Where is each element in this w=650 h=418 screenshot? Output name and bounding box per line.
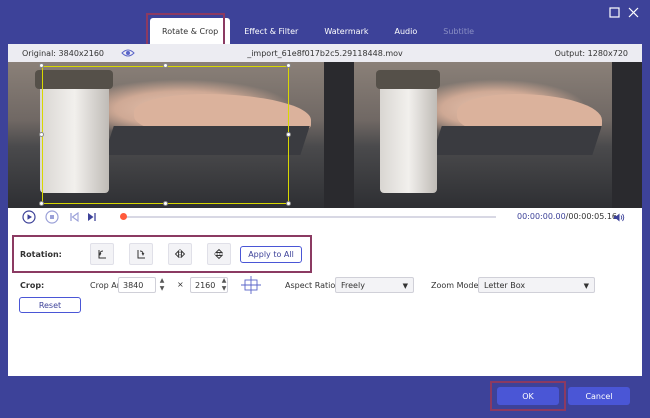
play-icon[interactable] [22,210,36,224]
info-bar: Original: 3840x2160 _import_61e8f017b2c5… [8,44,642,62]
crop-handle-l[interactable] [39,132,44,137]
crop-handle-tl[interactable] [39,63,44,68]
cancel-button[interactable]: Cancel [568,387,630,405]
zoom-mode-value: Letter Box [484,280,526,290]
rotate-left-button[interactable] [90,243,114,265]
aspect-ratio-select[interactable]: Freely ▼ [335,277,414,293]
previous-frame-icon[interactable] [67,210,81,224]
original-preview[interactable] [8,62,324,208]
center-crop-icon[interactable] [240,275,262,295]
left-border [0,44,8,376]
output-video-frame [354,62,612,208]
flip-horizontal-icon [174,249,186,259]
tab-bar: Rotate & Crop Effect & Filter Watermark … [150,16,488,44]
close-icon[interactable] [627,7,639,19]
tab-rotate-crop[interactable]: Rotate & Crop [150,18,231,44]
crop-handle-tr[interactable] [286,63,291,68]
crop-width-stepper[interactable]: ▲ ▼ [157,277,167,293]
tab-subtitle[interactable]: Subtitle [431,18,486,44]
apply-to-all-button[interactable]: Apply to All [240,246,302,263]
time-display: 00:00:00.00/00:00:05.16 [517,212,617,221]
crop-handle-b[interactable] [163,201,168,206]
zoom-mode-label: Zoom Mode: [431,281,482,290]
rotation-label: Rotation: [20,250,62,259]
crop-handle-r[interactable] [286,132,291,137]
zoom-mode-select[interactable]: Letter Box ▼ [478,277,595,293]
progress-track[interactable] [122,216,496,218]
current-time: 00:00:00.00 [517,212,566,221]
file-name: _import_61e8f017b2c5.29118448.mov [247,48,403,58]
rotate-right-icon [137,250,145,259]
maximize-icon[interactable] [608,7,620,19]
aspect-ratio-label: Aspect Ratio: [285,281,338,290]
rotate-left-icon [98,250,106,259]
video-preview [8,62,642,208]
chevron-down-icon: ▼ [583,282,589,290]
chevron-down-icon: ▼ [402,282,408,290]
total-time: /00:00:05.16 [565,212,618,221]
tab-audio[interactable]: Audio [382,18,429,44]
rotate-right-button[interactable] [129,243,153,265]
crop-handle-br[interactable] [286,201,291,206]
stop-icon[interactable] [45,210,59,224]
times-sign: × [177,280,184,289]
crop-handle-t[interactable] [163,63,168,68]
tab-watermark[interactable]: Watermark [312,18,380,44]
right-border [642,44,650,376]
crop-handle-bl[interactable] [39,201,44,206]
next-frame-icon[interactable] [85,210,99,224]
title-bar: Rotate & Crop Effect & Filter Watermark … [0,0,650,44]
ok-button[interactable]: OK [497,387,559,405]
reset-button[interactable]: Reset [19,297,81,313]
crop-width-input[interactable]: 3840 [118,277,156,293]
progress-handle[interactable] [120,213,127,220]
flip-horizontal-button[interactable] [168,243,192,265]
flip-vertical-button[interactable] [207,243,231,265]
aspect-ratio-value: Freely [341,280,365,290]
volume-icon[interactable] [612,210,626,224]
crop-height-stepper[interactable]: ▲ ▼ [219,277,229,293]
crop-label: Crop: [20,281,45,290]
output-preview [326,62,642,208]
rotate-crop-dialog: Rotate & Crop Effect & Filter Watermark … [0,0,650,418]
playback-controls: 00:00:00.00/00:00:05.16 [8,208,642,226]
crop-frame[interactable] [42,66,289,204]
output-resolution: Output: 1280x720 [554,48,628,58]
flip-vertical-icon [214,248,224,260]
tab-effect-filter[interactable]: Effect & Filter [232,18,310,44]
